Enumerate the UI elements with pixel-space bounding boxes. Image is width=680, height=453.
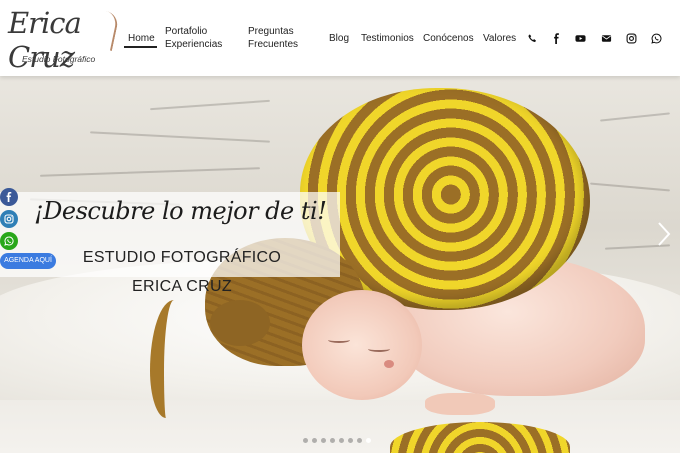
youtube-button[interactable]: [574, 32, 586, 44]
slider-dot[interactable]: [303, 438, 308, 443]
nav-portfolio-line2: Experiencias: [165, 39, 223, 50]
hat-ear: [210, 300, 270, 346]
instagram-button[interactable]: [625, 32, 637, 44]
nav-blog[interactable]: Blog: [329, 32, 349, 45]
slider-dot[interactable]: [339, 438, 344, 443]
baby-eye: [328, 337, 350, 343]
logo-subtitle: Estudio Fotográfico: [22, 54, 96, 64]
phone-icon: [527, 33, 536, 42]
nav-portfolio-line1: Portafolio: [165, 26, 208, 37]
background-script-line: [590, 182, 670, 192]
phone-button[interactable]: [526, 32, 538, 44]
hero-tagline: ¡Descubre lo mejor de ti!: [34, 197, 327, 225]
baby-hand: [425, 393, 495, 415]
background-script-line: [40, 167, 260, 177]
slider-next-arrow[interactable]: [656, 220, 672, 248]
site-header: Erica Cruz Estudio Fotográfico Home Port…: [0, 0, 680, 76]
nav-active-indicator: [124, 46, 157, 48]
nav-testimonios[interactable]: Testimonios: [361, 32, 414, 45]
facebook-button[interactable]: [550, 32, 562, 44]
side-facebook-button[interactable]: [0, 188, 18, 206]
youtube-icon: [574, 34, 586, 42]
slider-dot[interactable]: [357, 438, 362, 443]
slider-dot[interactable]: [330, 438, 335, 443]
side-instagram-button[interactable]: [0, 210, 18, 228]
background-script-line: [150, 99, 270, 111]
baby-eye: [368, 346, 390, 352]
whatsapp-icon: [4, 236, 14, 246]
nav-valores[interactable]: Valores: [483, 32, 516, 45]
nav-home[interactable]: Home: [128, 32, 155, 45]
page: ¡Descubre lo mejor de ti! ESTUDIO FOTOGR…: [0, 0, 680, 453]
nav-faq[interactable]: Preguntas Frecuentes: [248, 25, 298, 51]
facebook-icon: [553, 32, 559, 44]
nav-conocenos[interactable]: Conócenos: [423, 32, 474, 45]
background-script-line: [90, 131, 270, 143]
slider-dot[interactable]: [348, 438, 353, 443]
mail-button[interactable]: [600, 32, 612, 44]
site-logo[interactable]: Erica Cruz Estudio Fotográfico: [6, 4, 124, 74]
facebook-icon: [6, 192, 12, 202]
side-whatsapp-button[interactable]: [0, 232, 18, 250]
slider-dot[interactable]: [321, 438, 326, 443]
instagram-icon: [626, 33, 636, 43]
slider-dot[interactable]: [312, 438, 317, 443]
mail-icon: [601, 34, 611, 42]
slider-dots: [303, 438, 371, 443]
baby-face: [302, 290, 422, 400]
hero-studio-name: ERICA CRUZ: [132, 278, 232, 295]
nav-faq-line2: Frecuentes: [248, 39, 299, 50]
nav-portfolio[interactable]: Portafolio Experiencias: [165, 25, 222, 51]
slider-dot[interactable]: [366, 438, 371, 443]
instagram-icon: [4, 214, 14, 224]
whatsapp-button[interactable]: [650, 32, 662, 44]
chevron-right-icon: [658, 222, 671, 246]
baby-mouth: [384, 360, 394, 368]
whatsapp-icon: [650, 33, 661, 44]
background-script-line: [600, 112, 670, 122]
nav-faq-line1: Preguntas: [248, 26, 294, 37]
agenda-button[interactable]: AGENDA AQUÍ: [0, 253, 56, 269]
